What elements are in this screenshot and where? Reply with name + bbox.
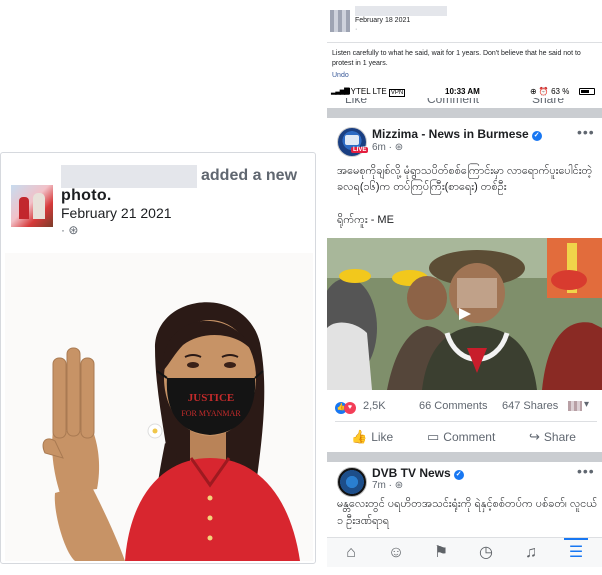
quoted-post: February 18 2021 · Listen carefully to w… <box>327 0 602 80</box>
carrier-label: MYTEL LTE VPN <box>344 87 406 97</box>
post-photo[interactable]: JUSTICE FOR MYANMAR <box>5 253 313 561</box>
comment-label: Comment <box>443 430 496 444</box>
post-time[interactable]: 6m · ⊛ <box>372 142 403 153</box>
sharer-avatar <box>568 401 582 411</box>
undo-link[interactable]: Undo <box>332 72 349 79</box>
clock-icon[interactable]: ◷ <box>474 542 498 564</box>
page-name-text[interactable]: DVB TV News <box>372 466 451 480</box>
groups-icon[interactable]: ☺ <box>384 542 408 564</box>
reactions-bar[interactable]: 👍 ♥ 2,5K 66 Comments 647 Shares ▾ <box>335 399 597 414</box>
more-options-icon[interactable]: ••• <box>577 124 595 140</box>
battery-fill <box>581 90 589 93</box>
verified-icon: ✓ <box>531 131 542 141</box>
share-button[interactable]: Share <box>532 98 564 106</box>
menu-icon[interactable]: ☰ <box>564 542 588 564</box>
avatar[interactable] <box>11 185 53 227</box>
post-actions: 👍 Like ▭ Comment ↪ Share <box>327 426 602 446</box>
page-name-text[interactable]: Mizzima - News in Burmese <box>372 127 529 141</box>
post-date[interactable]: February 21 2021 <box>61 205 172 221</box>
mask-text: FOR MYANMAR <box>181 409 241 418</box>
love-reaction-icon: ♥ <box>344 402 356 414</box>
post-photo-word[interactable]: photo. <box>61 187 112 205</box>
share-icon: ↪ <box>529 429 540 444</box>
page-logo <box>345 135 359 145</box>
redacted-name <box>355 6 447 16</box>
home-icon[interactable]: ⌂ <box>339 542 363 564</box>
left-post-card: added a new photo. February 21 2021 · ⊛ … <box>0 152 316 564</box>
avatar-figure <box>19 197 29 219</box>
status-icons: ⊕ ⏰ 63 % <box>530 87 570 96</box>
page-avatar[interactable] <box>337 467 367 497</box>
redacted-name <box>61 165 197 188</box>
previous-post-actions: Like Comment Share <box>327 98 602 106</box>
thumbs-up-icon: 👍 <box>351 429 368 444</box>
post-time[interactable]: 7m · ⊛ <box>372 480 403 491</box>
feed-post-mizzima: LIVE Mizzima - News in Burmese ✓ 6m · ⊛ •… <box>327 118 602 452</box>
bottom-navigation: ⌂ ☺ ⚑ ◷ ♫ ☰ <box>327 537 602 567</box>
carrier-text: MYTEL LTE <box>344 87 387 96</box>
reaction-icons: 👍 ♥ <box>335 400 356 414</box>
active-tab-indicator <box>564 538 588 540</box>
post-date[interactable]: February 18 2021 <box>355 17 410 24</box>
more-options-icon[interactable]: ••• <box>577 463 595 479</box>
post-video[interactable] <box>327 238 602 390</box>
post-text: အမေစုကိုချစ်လို့ မုံရွာသပိတ်စစ်ကြောင်းမှ… <box>337 165 593 193</box>
avatar-figure <box>33 193 45 219</box>
battery-icon <box>579 88 595 95</box>
comment-button[interactable]: ▭ Comment <box>427 429 495 445</box>
post-text: မန္တလေးတွင် ပရဟိတအသင်းရုံးကို ရဲနှင့်စစ်… <box>337 498 598 527</box>
comment-button[interactable]: Comment <box>427 98 479 106</box>
divider <box>335 421 597 422</box>
feed-post-dvb: DVB TV News ✓ 7m · ⊛ ••• မန္တလေးတွင် ပရဟိ… <box>327 462 602 537</box>
like-button[interactable]: 👍 Like <box>351 429 393 445</box>
share-label: Share <box>543 430 576 444</box>
bell-icon[interactable]: ♫ <box>519 542 543 564</box>
comment-text: Listen carefully to what he said, wait f… <box>332 50 581 67</box>
post-credit: ရိုက်ကူး - ME <box>337 214 394 226</box>
mask-text: JUSTICE <box>188 392 234 404</box>
comments-count[interactable]: 66 Comments <box>419 400 487 412</box>
comment-icon: ▭ <box>427 429 440 444</box>
avatar[interactable] <box>330 10 350 32</box>
feed-separator <box>327 108 602 118</box>
post-meta: · <box>355 26 358 33</box>
phone-status-bar: ▂▃▅▇ MYTEL LTE VPN 10:33 AM ⊕ ⏰ 63 % <box>327 86 602 98</box>
mobile-feed-screenshot: February 18 2021 · Listen carefully to w… <box>327 0 602 575</box>
post-action-text: added a new <box>201 167 298 184</box>
protest-photo <box>327 238 602 390</box>
flag-icon[interactable]: ⚑ <box>429 542 453 564</box>
page-name[interactable]: DVB TV News ✓ <box>372 466 464 480</box>
live-badge: LIVE <box>351 147 369 153</box>
shares-count[interactable]: 647 Shares <box>502 400 558 412</box>
like-label: Like <box>371 430 394 444</box>
like-button[interactable]: Like <box>345 98 367 106</box>
privacy-globe-icon: · ⊛ <box>61 223 79 237</box>
divider <box>327 42 602 43</box>
three-finger-salute-illustration: JUSTICE FOR MYANMAR <box>42 302 300 561</box>
feed-separator <box>327 452 602 462</box>
clock-time: 10:33 AM <box>445 87 480 96</box>
reaction-count[interactable]: 2,5K <box>363 400 386 412</box>
verified-icon: ✓ <box>453 470 464 480</box>
left-post-header: added a new photo. February 21 2021 · ⊛ <box>1 153 315 253</box>
share-button[interactable]: ↪ Share <box>529 429 576 445</box>
page-name[interactable]: Mizzima - News in Burmese ✓ <box>372 127 542 141</box>
chevron-down-icon[interactable]: ▾ <box>584 399 589 410</box>
vpn-badge: VPN <box>388 89 406 97</box>
